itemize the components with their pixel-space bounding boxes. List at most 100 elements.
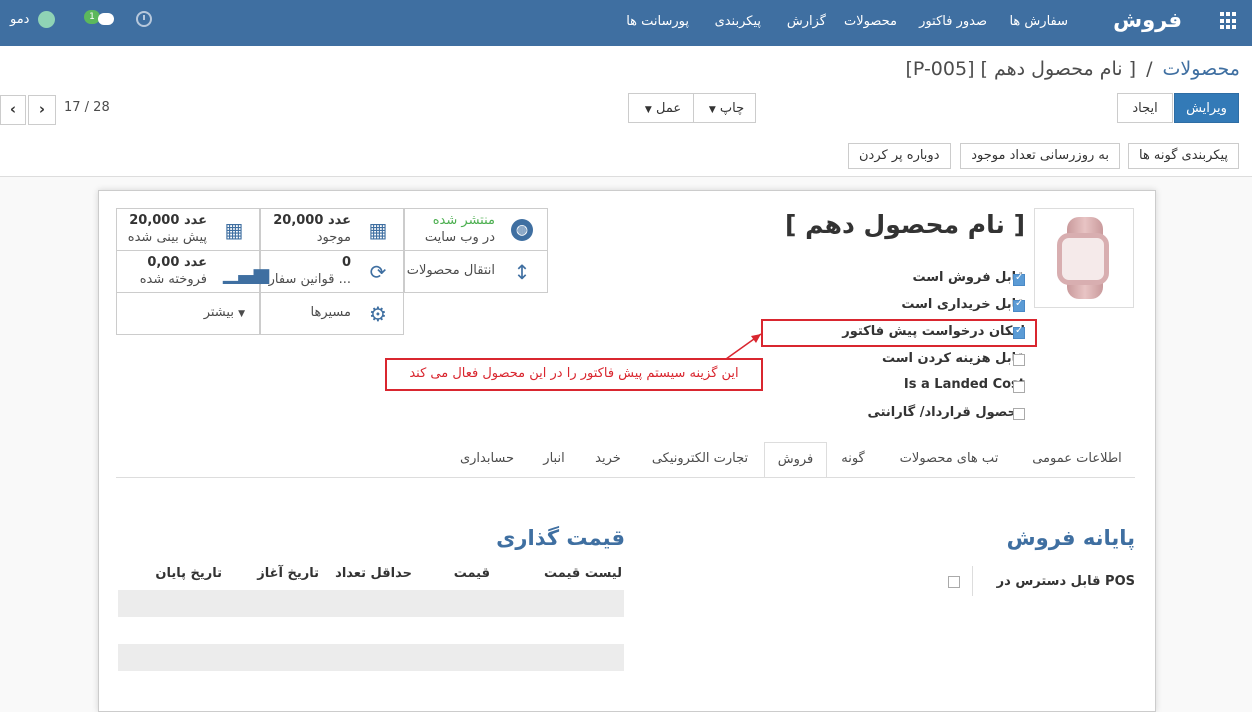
available-in-pos-checkbox[interactable]: [948, 576, 960, 588]
vertical-arrows-icon: ↕: [513, 260, 531, 284]
can-be-sold-label: قابل فروش است: [912, 270, 1025, 285]
pager-next-button[interactable]: ›: [28, 95, 56, 125]
bar-chart-icon: ▁▃▅: [223, 260, 270, 284]
forecast-label: پیش بینی شده: [127, 230, 207, 245]
building-icon: ▦: [224, 218, 244, 242]
breadcrumb-current: [P-005] [ نام محصول دهم ]: [905, 58, 1137, 80]
print-label: چاپ: [719, 101, 745, 116]
table-row[interactable]: [118, 590, 624, 617]
landed-cost-label: Is a Landed Cost: [903, 377, 1025, 392]
action-dropdown[interactable]: ▼ عمل: [628, 93, 694, 123]
menu-sales-orders[interactable]: سفارش ها: [1009, 14, 1068, 29]
caret-down-icon: ▼: [708, 105, 716, 115]
column-price: قیمت: [453, 566, 490, 581]
breadcrumb-separator: /: [1146, 58, 1153, 80]
control-panel: [P-005] [ نام محصول دهم ] / محصولات ویرا…: [0, 46, 1252, 139]
available-in-pos-label: قابل دسترس در POS: [996, 574, 1135, 589]
landed-cost-checkbox[interactable]: [1013, 381, 1025, 393]
action-label: عمل: [655, 101, 682, 116]
annotation-callout: این گزینه سیستم پیش فاکتور را در این محص…: [385, 358, 763, 391]
chat-bubbles-icon: [98, 13, 114, 25]
pricing-section-title: قیمت گذاری: [496, 526, 625, 550]
can-be-purchased-checkbox[interactable]: [1013, 298, 1025, 312]
menu-products[interactable]: محصولات: [844, 14, 897, 29]
refresh-icon: ⟳: [369, 260, 387, 284]
website-label: در وب سایت: [424, 230, 495, 245]
on-hand-button[interactable]: ▦ 20,000 عدد موجود: [260, 208, 404, 251]
create-button[interactable]: ایجاد: [1117, 93, 1173, 123]
on-hand-label: موجود: [316, 230, 351, 245]
pager-value[interactable]: 17 / 28: [64, 100, 110, 115]
tab-purchase[interactable]: خرید: [584, 442, 632, 478]
chevron-right-icon: ›: [38, 100, 46, 118]
routes-label: مسیرها: [310, 305, 351, 320]
user-name[interactable]: دمو: [10, 12, 29, 27]
clock-icon[interactable]: [136, 11, 152, 27]
menu-reports[interactable]: گزارش: [787, 14, 826, 29]
on-hand-value: 20,000 عدد: [273, 213, 351, 228]
contract-warranty-label: محصول قرارداد/ گارانتی: [867, 405, 1025, 420]
reorder-count: 0: [341, 255, 351, 270]
can-be-expensed-checkbox[interactable]: [1013, 354, 1025, 366]
product-image[interactable]: [1034, 208, 1134, 308]
tab-general-information[interactable]: اطلاعات عمومی: [1022, 442, 1132, 478]
user-avatar[interactable]: [38, 11, 55, 28]
column-pricelist: لیست قیمت: [544, 566, 622, 581]
chevron-left-icon: ‹: [9, 100, 17, 118]
building-icon: ▦: [368, 218, 388, 242]
tab-sales[interactable]: فروش: [764, 442, 827, 478]
breadcrumb: [P-005] [ نام محصول دهم ] / محصولات: [906, 58, 1241, 80]
update-quantity-button[interactable]: به روزرسانی تعداد موجود: [960, 143, 1120, 169]
menu-configuration[interactable]: پیکربندی: [715, 14, 761, 29]
configure-variants-button[interactable]: پیکربندی گونه ها: [1127, 143, 1239, 169]
globe-icon: ◍: [511, 219, 533, 241]
table-row[interactable]: [118, 617, 624, 644]
sold-label: فروخته شده: [139, 272, 207, 287]
edit-button[interactable]: ویرایش: [1174, 93, 1239, 123]
pos-section-title: پایانه فروش: [1006, 526, 1135, 550]
tab-variants[interactable]: گونه: [830, 442, 876, 478]
column-min-quantity: حداقل تعداد: [335, 566, 412, 581]
routes-button[interactable]: ⚙ مسیرها: [260, 292, 404, 335]
column-end-date: تاریخ پایان: [155, 566, 222, 581]
pager-previous-button[interactable]: ‹: [0, 95, 26, 125]
tab-product-tabs[interactable]: تب های محصولات: [882, 442, 1016, 478]
tab-inventory[interactable]: انبار: [532, 442, 576, 478]
product-moves-label: انتقال محصولات: [406, 263, 495, 278]
menu-commissions[interactable]: پورسانت ها: [626, 14, 689, 29]
print-dropdown[interactable]: ▼ چاپ: [693, 93, 756, 123]
watch-face-shape: [1057, 233, 1109, 285]
tabs-divider: [116, 477, 1135, 478]
sold-button[interactable]: ▁▃▅ 0,00 عدد فروخته شده: [116, 250, 270, 293]
form-header: پیکربندی گونه ها به روزرسانی تعداد موجود…: [0, 138, 1252, 177]
top-navbar: فروش سفارش ها صدور فاکتور محصولات گزارش …: [0, 0, 1252, 46]
more-text: بیشتر: [203, 305, 234, 320]
highlight-box: [761, 319, 1037, 347]
app-brand[interactable]: فروش: [1113, 8, 1182, 32]
can-be-expensed-label: قابل هزینه کردن است: [881, 351, 1025, 366]
apps-menu-icon[interactable]: [1220, 12, 1238, 30]
product-name[interactable]: [ نام محصول دهم ]: [785, 210, 1025, 239]
contract-warranty-checkbox[interactable]: [1013, 408, 1025, 420]
caret-down-icon: ▼: [644, 105, 652, 115]
website-published-button[interactable]: ◍ منتشر شده در وب سایت: [404, 208, 548, 251]
product-moves-button[interactable]: ↕ انتقال محصولات: [404, 250, 548, 293]
forecast-value: 20,000 عدد: [129, 213, 207, 228]
caret-down-icon: ▼: [238, 309, 245, 319]
pricing-table-header: لیست قیمت قیمت حداقل تعداد تاریخ آغاز تا…: [118, 566, 624, 586]
table-row[interactable]: [118, 644, 624, 671]
reordering-rules-button[interactable]: ⟳ 0 قوانین سفارش ...: [253, 250, 404, 293]
more-dropdown[interactable]: بیشتر ▼: [116, 292, 260, 335]
column-start-date: تاریخ آغاز: [257, 566, 319, 581]
can-be-sold-checkbox[interactable]: [1013, 272, 1025, 286]
tab-accounting[interactable]: حسابداری: [450, 442, 524, 478]
refill-button[interactable]: دوباره پر کردن: [848, 143, 951, 169]
more-label: بیشتر ▼: [204, 305, 245, 320]
tab-ecommerce[interactable]: تجارت الکترونیکی: [640, 442, 760, 478]
website-status: منتشر شده: [432, 213, 495, 228]
menu-invoicing[interactable]: صدور فاکتور: [919, 14, 987, 29]
forecast-button[interactable]: ▦ 20,000 عدد پیش بینی شده: [116, 208, 260, 251]
messaging-menu[interactable]: 1: [84, 10, 114, 30]
breadcrumb-parent[interactable]: محصولات: [1163, 58, 1240, 80]
field-separator: [972, 566, 973, 596]
